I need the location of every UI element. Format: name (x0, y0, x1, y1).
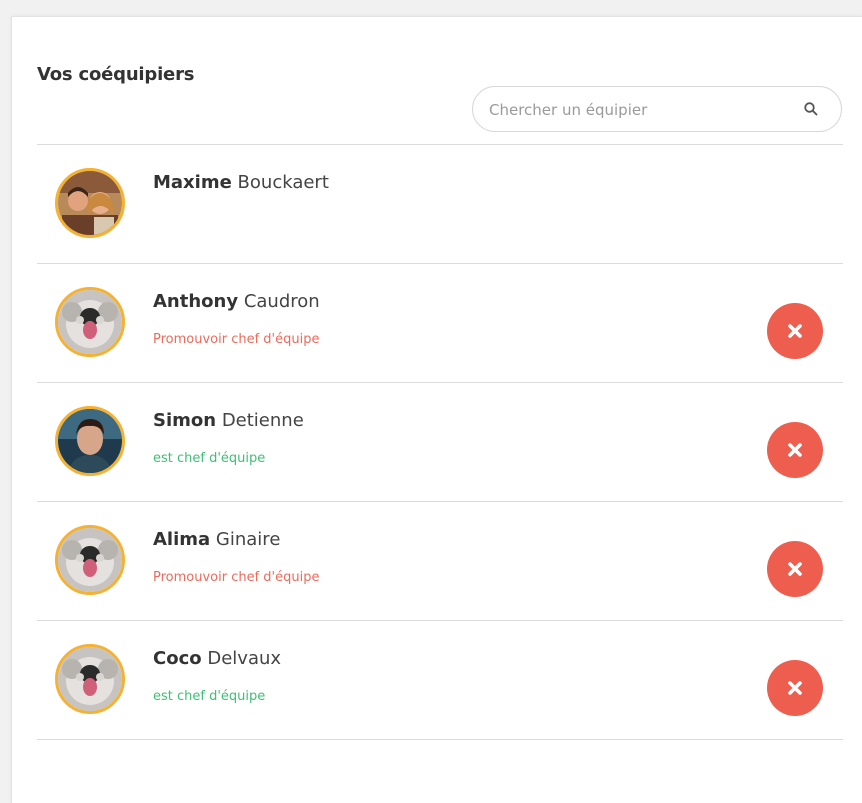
chef-status: est chef d'équipe (153, 451, 266, 466)
member-first-name: Anthony (153, 291, 239, 312)
close-icon (788, 324, 802, 338)
promote-link[interactable]: Promouvoir chef d'équipe (153, 570, 320, 585)
member-last-name: Ginaire (215, 529, 281, 550)
member-name: Anthony Caudron (153, 291, 320, 312)
avatar (55, 525, 125, 595)
member-row: Maxime Bouckaert (37, 144, 843, 262)
member-name: Simon Detienne (153, 410, 304, 431)
member-first-name: Simon (153, 410, 217, 431)
close-icon (788, 443, 802, 457)
avatar (55, 168, 125, 238)
search-input[interactable] (487, 87, 791, 133)
member-name: Alima Ginaire (153, 529, 280, 550)
avatar (55, 644, 125, 714)
member-last-name: Bouckaert (237, 172, 329, 193)
member-name: Coco Delvaux (153, 648, 281, 669)
member-first-name: Coco (153, 648, 202, 669)
member-row: Simon Detienne est chef d'équipe (37, 382, 843, 500)
remove-member-button[interactable] (767, 660, 823, 716)
avatar (55, 406, 125, 476)
remove-member-button[interactable] (767, 541, 823, 597)
remove-member-button[interactable] (767, 303, 823, 359)
close-icon (788, 562, 802, 576)
member-row: Coco Delvaux est chef d'équipe (37, 620, 843, 738)
member-row: Alima Ginaire Promouvoir chef d'équipe (37, 501, 843, 619)
row-divider (37, 739, 843, 740)
member-first-name: Alima (153, 529, 211, 550)
search-icon[interactable] (803, 101, 819, 117)
member-last-name: Delvaux (207, 648, 282, 669)
member-last-name: Caudron (243, 291, 320, 312)
member-name: Maxime Bouckaert (153, 172, 329, 193)
member-last-name: Detienne (221, 410, 304, 431)
chef-status: est chef d'équipe (153, 689, 266, 704)
promote-link[interactable]: Promouvoir chef d'équipe (153, 332, 320, 347)
search-box[interactable] (472, 86, 842, 133)
member-row: Anthony Caudron Promouvoir chef d'équipe (37, 263, 843, 381)
avatar (55, 287, 125, 357)
panel-title: Vos coéquipiers (37, 64, 195, 85)
remove-member-button[interactable] (767, 422, 823, 478)
member-first-name: Maxime (153, 172, 232, 193)
close-icon (788, 681, 802, 695)
teammates-panel: Vos coéquipiers Maxime Bouckaert Anthony … (11, 16, 862, 803)
